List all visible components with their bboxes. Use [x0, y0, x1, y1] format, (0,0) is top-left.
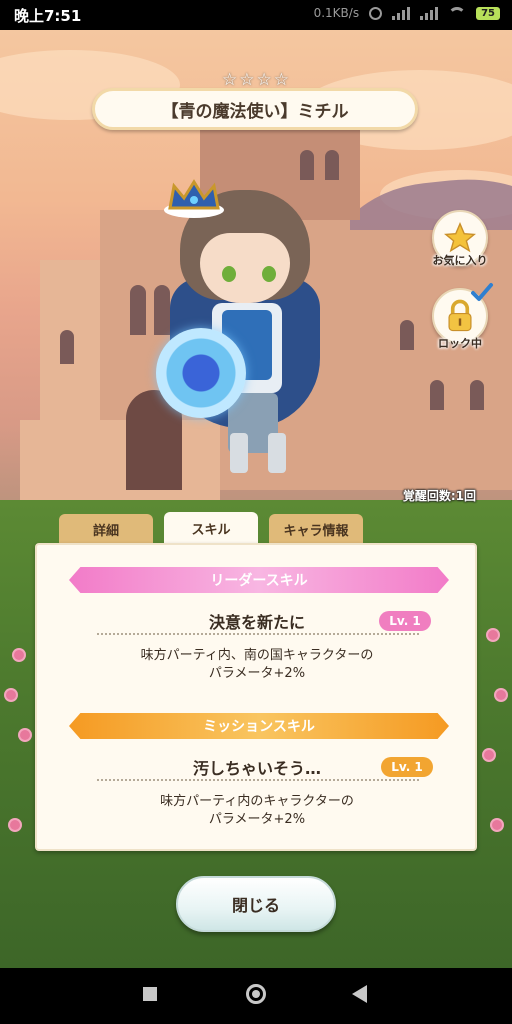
castle-window — [400, 320, 414, 350]
check-icon — [471, 283, 493, 301]
mission-skill-level: Lv. 1 — [381, 757, 433, 777]
recent-apps-icon[interactable] — [143, 987, 157, 1001]
character-face — [200, 233, 290, 303]
character-sprite[interactable] — [150, 178, 340, 478]
castle-window — [430, 380, 444, 410]
wifi-icon — [448, 7, 467, 19]
leader-skill-level: Lv. 1 — [379, 611, 431, 631]
rarity-star-icon: ☆ — [239, 70, 255, 90]
divider — [97, 633, 419, 635]
star-icon — [444, 222, 476, 253]
character-eye — [262, 266, 276, 282]
rarity-star-icon: ☆ — [256, 70, 272, 90]
flower — [492, 820, 502, 830]
tab-character-info[interactable]: キャラ情報 — [269, 514, 363, 544]
castle-window — [130, 285, 146, 335]
flower — [496, 690, 506, 700]
divider — [97, 779, 419, 781]
rarity-star-icon: ☆ — [222, 70, 238, 90]
mission-skill-desc-line1: 味方パーティ内のキャラクターの — [160, 794, 354, 809]
leader-skill-header: リーダースキル — [69, 567, 449, 593]
lock-label: ロック中 — [438, 337, 482, 350]
castle-window — [60, 330, 74, 364]
castle-right-wing — [350, 230, 512, 490]
rarity-stars: ☆ ☆ ☆ ☆ — [222, 72, 289, 89]
flower — [6, 690, 16, 700]
castle-window — [470, 380, 484, 410]
character-boot — [230, 433, 248, 473]
character-eye — [222, 266, 236, 282]
lock-icon — [448, 299, 472, 332]
flower — [14, 650, 24, 660]
magic-orb-icon — [156, 328, 246, 418]
flower — [484, 750, 494, 760]
alarm-icon — [369, 6, 383, 20]
signal-icon-2 — [420, 6, 439, 20]
status-bar: 晚上7:51 0.1KB/s 75 — [0, 0, 512, 30]
flower — [10, 820, 20, 830]
leader-skill-desc-line2: パラメータ+2% — [208, 666, 306, 681]
mission-skill-desc-line2: パラメータ+2% — [208, 812, 306, 827]
mission-skill-header: ミッションスキル — [69, 713, 449, 739]
character-title-banner: 【青の魔法使い】ミチル — [92, 88, 418, 130]
flower — [20, 730, 30, 740]
home-icon[interactable] — [246, 984, 266, 1004]
signal-icon — [392, 6, 411, 20]
favorite-label: お気に入り — [432, 254, 488, 267]
status-indicators: 0.1KB/s 75 — [314, 6, 500, 20]
skill-panel: リーダースキル 決意を新たに Lv. 1 味方パーティ内、南の国キャラクターの … — [35, 543, 477, 851]
tab-details[interactable]: 詳細 — [59, 514, 153, 544]
awakening-count: 覚醒回数:1回 — [402, 489, 476, 503]
crown-icon — [164, 179, 224, 218]
flower — [488, 630, 498, 640]
close-button[interactable]: 閉じる — [176, 876, 336, 932]
castle-window — [300, 150, 314, 180]
character-title: 【青の魔法使い】ミチル — [161, 101, 349, 122]
rarity-star-icon: ☆ — [273, 70, 289, 90]
tab-skill[interactable]: スキル — [164, 512, 258, 544]
castle-window — [325, 150, 339, 180]
battery-icon: 75 — [476, 6, 500, 20]
system-nav-bar — [0, 968, 512, 1024]
status-time: 晚上7:51 — [14, 7, 82, 25]
back-icon[interactable] — [352, 985, 367, 1003]
character-boot — [268, 433, 286, 473]
leader-skill-desc-line1: 味方パーティ内、南の国キャラクターの — [140, 648, 374, 663]
network-speed: 0.1KB/s — [313, 6, 360, 20]
